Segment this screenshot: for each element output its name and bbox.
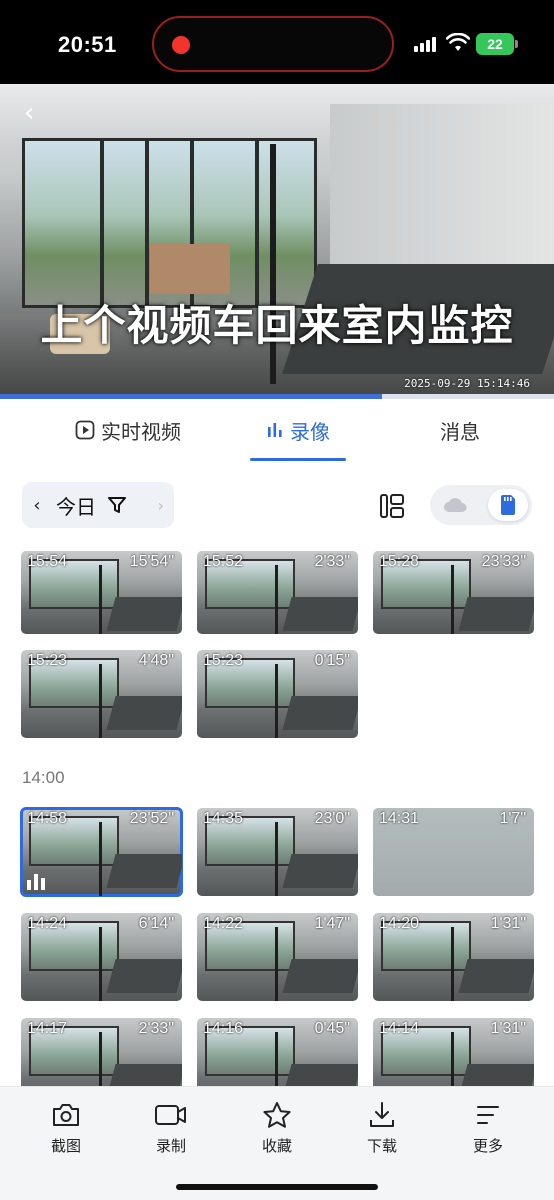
recording-indicator: [172, 36, 190, 54]
home-indicator: [176, 1184, 378, 1190]
play-square-icon: [75, 420, 95, 440]
clip-start-time: 14:24: [27, 915, 68, 932]
video-caption: 上个视频车回来室内监控: [40, 301, 514, 350]
clip-duration: 0'45": [314, 1020, 350, 1037]
recording-clip[interactable]: 14:35 23'0": [197, 808, 358, 896]
recording-clip[interactable]: 15:54 15'54": [21, 551, 182, 634]
clip-duration: 1'31": [490, 915, 526, 932]
clip-duration: 0'15": [314, 652, 350, 669]
star-icon: [263, 1102, 291, 1128]
clip-duration: 23'0": [314, 810, 350, 827]
recording-clip[interactable]: 15:28 23'33": [373, 551, 534, 634]
status-time: 20:51: [58, 32, 117, 57]
clip-duration: 4'48": [138, 652, 174, 669]
recording-clip[interactable]: 15:23 0'15": [197, 650, 358, 738]
recording-clip[interactable]: 14:31 1'7": [373, 808, 534, 896]
favorite-label: 收藏: [261, 1137, 292, 1155]
screenshot-button[interactable]: 截图: [31, 1101, 101, 1156]
recording-clip[interactable]: 15:23 4'48": [21, 650, 182, 738]
record-button[interactable]: 录制: [136, 1101, 206, 1156]
download-label: 下载: [366, 1137, 397, 1155]
menu-lines-icon: [477, 1106, 499, 1124]
clip-duration: 1'31": [490, 1020, 526, 1037]
video-camera-icon: [155, 1105, 186, 1125]
more-label: 更多: [472, 1137, 503, 1155]
bar-chart-icon: [268, 423, 282, 437]
dynamic-island: [152, 16, 394, 72]
clip-duration: 6'14": [138, 915, 174, 932]
tab-messages[interactable]: 消息: [420, 399, 500, 461]
bottom-toolbar: 截图 录制 收藏 下载 更多: [0, 1086, 554, 1200]
tab-messages-label: 消息: [440, 419, 480, 444]
clip-start-time: 15:52: [203, 553, 244, 570]
now-playing-icon: [27, 874, 49, 890]
sd-card-icon: [501, 495, 515, 515]
previous-day-icon[interactable]: ‹: [22, 495, 52, 516]
tab-live-video[interactable]: 实时视频: [60, 399, 196, 461]
status-bar: 20:51 22: [0, 0, 554, 84]
active-tab-indicator: [250, 458, 346, 461]
recording-clip[interactable]: 14:24 6'14": [21, 913, 182, 1001]
video-timestamp: 2025-09-29 15:14:46: [404, 377, 530, 390]
tab-live-video-label: 实时视频: [101, 419, 181, 444]
recording-clip[interactable]: 14:22 1'47": [197, 913, 358, 1001]
cloud-storage-icon[interactable]: [442, 495, 468, 515]
cellular-signal-icon: [414, 36, 440, 52]
video-player[interactable]: ‹ 上个视频车回来室内监控 2025-09-29 15:14:46: [0, 84, 554, 396]
clip-start-time: 15:23: [27, 652, 68, 669]
storage-source-toggle[interactable]: [430, 485, 532, 525]
back-icon[interactable]: ‹: [24, 100, 46, 126]
clip-start-time: 14:17: [27, 1020, 68, 1037]
wifi-icon: [446, 33, 470, 51]
clip-start-time: 14:20: [379, 915, 420, 932]
date-filter: ‹ 今日 ›: [22, 482, 174, 528]
clip-start-time: 14:22: [203, 915, 244, 932]
clip-duration: 2'33": [138, 1020, 174, 1037]
tab-recordings-label: 录像: [290, 419, 330, 444]
clip-duration: 23'52": [129, 810, 174, 827]
clip-start-time: 14:16: [203, 1020, 244, 1037]
record-label: 录制: [155, 1137, 186, 1155]
filter-icon[interactable]: [106, 494, 128, 516]
download-button[interactable]: 下载: [347, 1101, 417, 1156]
date-label[interactable]: 今日: [56, 491, 96, 520]
recording-clip[interactable]: 15:52 2'33": [197, 551, 358, 634]
favorite-button[interactable]: 收藏: [242, 1101, 312, 1156]
clip-start-time: 14:14: [379, 1020, 420, 1037]
clip-start-time: 15:54: [27, 553, 68, 570]
clip-start-time: 14:58: [27, 810, 68, 827]
clip-start-time: 15:28: [379, 553, 420, 570]
camera-icon: [53, 1104, 79, 1126]
next-day-icon[interactable]: ›: [158, 496, 164, 515]
clip-duration: 1'47": [314, 915, 350, 932]
recording-clip-selected[interactable]: 14:58 23'52": [20, 807, 183, 897]
video-frame-boxes: [150, 244, 230, 294]
sd-card-option[interactable]: [488, 489, 528, 521]
layout-toggle-icon[interactable]: [378, 493, 406, 519]
hour-section-label: 14:00: [22, 768, 65, 787]
recording-clip[interactable]: 14:20 1'31": [373, 913, 534, 1001]
screenshot-label: 截图: [50, 1137, 81, 1155]
clip-start-time: 15:23: [203, 652, 244, 669]
clip-duration: 23'33": [481, 553, 526, 570]
tab-bar: 实时视频 录像 消息: [0, 399, 554, 461]
clip-start-time: 14:31: [379, 810, 420, 827]
tab-recordings[interactable]: 录像: [250, 399, 346, 461]
more-button[interactable]: 更多: [453, 1101, 523, 1156]
clip-duration: 1'7": [499, 810, 526, 827]
battery-level: 22: [487, 36, 503, 52]
battery-icon: 22: [476, 33, 518, 55]
clip-start-time: 14:35: [203, 810, 244, 827]
download-icon: [370, 1102, 394, 1127]
clip-duration: 2'33": [314, 553, 350, 570]
clip-duration: 15'54": [129, 553, 174, 570]
